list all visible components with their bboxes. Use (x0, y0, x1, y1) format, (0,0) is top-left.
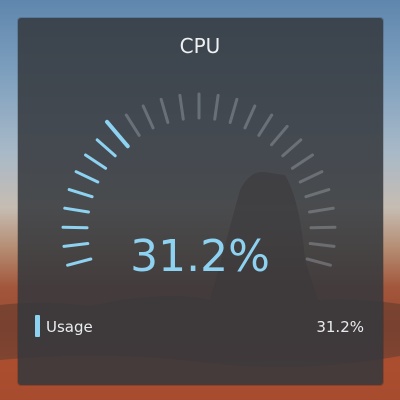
gauge-value-text: 31.2% (130, 231, 270, 282)
gauge-tick-inactive (290, 153, 314, 170)
legend-label: Usage (46, 318, 93, 336)
gauge-tick-inactive (298, 170, 324, 184)
gauge-tick-active (95, 138, 117, 158)
legend-value: 31.2% (316, 318, 364, 336)
legend-color-swatch (35, 315, 40, 337)
gauge-tick-inactive (270, 124, 289, 147)
gauge-tick-inactive (257, 113, 274, 137)
gauge-tick-inactive (159, 97, 170, 124)
gauge-tick-inactive (124, 113, 141, 137)
gauge-tick-inactive (141, 104, 155, 130)
gauge-tick-inactive (228, 97, 239, 124)
gauge-tick-active (84, 153, 108, 170)
gauge-tick-active (67, 188, 94, 199)
gauge-tick-inactive (304, 188, 331, 199)
gauge-tick-inactive (243, 104, 257, 130)
gauge-tick-active (63, 206, 90, 214)
gauge-tick-inactive (281, 138, 303, 158)
gauge-tick-inactive (308, 206, 335, 214)
gauge-tick-active (105, 119, 130, 149)
gauge-tick-active (74, 170, 100, 184)
cpu-gauge (61, 92, 337, 267)
gauge-tick-inactive (178, 93, 185, 121)
gauge-tick-inactive (213, 93, 220, 121)
